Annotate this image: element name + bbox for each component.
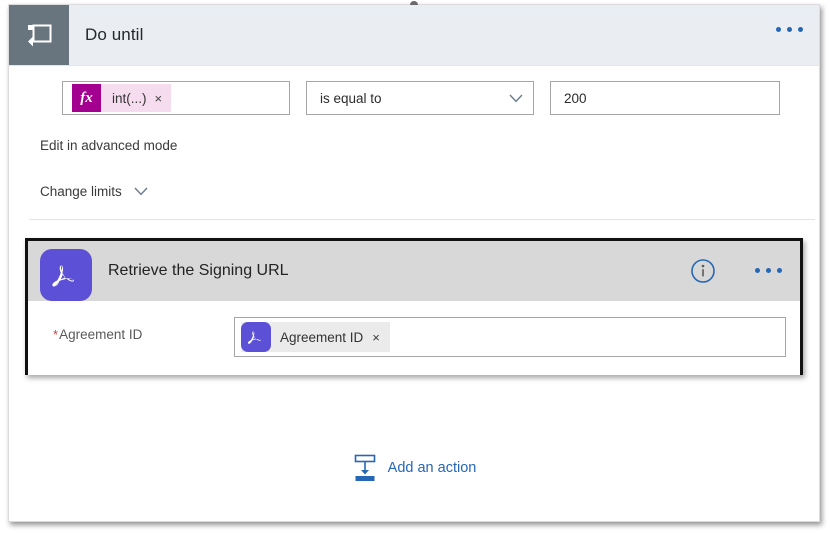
do-until-more-menu-icon[interactable]: [776, 27, 803, 32]
action-card-header[interactable]: Retrieve the Signing URL: [28, 241, 800, 301]
flow-designer-card: Do until fx int(...) × is equal to 200 E…: [8, 1, 820, 522]
expression-token-remove-icon[interactable]: ×: [155, 91, 163, 106]
change-limits-toggle[interactable]: Change limits: [40, 184, 148, 199]
agreement-id-input[interactable]: Agreement ID ×: [234, 317, 786, 357]
info-icon[interactable]: [690, 258, 716, 284]
fx-icon: fx: [72, 84, 101, 112]
edit-in-advanced-mode-link[interactable]: Edit in advanced mode: [40, 138, 177, 153]
adobe-acrobat-icon: [40, 249, 92, 301]
agreement-id-token-text: Agreement ID: [280, 329, 364, 345]
add-an-action-button[interactable]: Add an action: [9, 453, 819, 483]
action-card-more-menu-icon[interactable]: [755, 268, 782, 273]
agreement-id-token-remove-icon[interactable]: ×: [372, 330, 380, 345]
expression-token-body: int(...) ×: [101, 84, 172, 112]
condition-value-text: 200: [564, 90, 587, 106]
change-limits-label: Change limits: [40, 184, 122, 199]
section-divider: [29, 219, 815, 220]
chevron-down-icon: [509, 94, 523, 102]
do-until-title: Do until: [85, 25, 144, 44]
expression-token[interactable]: fx int(...) ×: [72, 82, 172, 114]
condition-operator-select[interactable]: is equal to: [306, 81, 534, 115]
chevron-down-icon: [134, 187, 148, 196]
action-card-body: *Agreement ID Agreement ID ×: [28, 301, 800, 375]
agreement-id-label-text: Agreement ID: [59, 327, 143, 342]
agreement-id-token[interactable]: Agreement ID ×: [241, 322, 390, 352]
expression-token-text: int(...): [112, 90, 147, 106]
retrieve-signing-url-action-card[interactable]: Retrieve the Signing URL *Agreement ID A…: [25, 238, 803, 375]
do-until-header[interactable]: Do until: [9, 5, 819, 66]
add-an-action-label: Add an action: [387, 460, 477, 476]
loop-repeat-icon: [9, 5, 69, 65]
condition-left-operand-input[interactable]: fx int(...) ×: [62, 81, 290, 115]
do-until-condition-row: fx int(...) × is equal to 200: [9, 65, 819, 125]
condition-value-input[interactable]: 200: [550, 81, 780, 115]
action-card-title: Retrieve the Signing URL: [108, 262, 289, 279]
insert-action-icon: [354, 454, 375, 481]
agreement-id-label: *Agreement ID: [53, 327, 142, 342]
condition-operator-value: is equal to: [320, 90, 382, 106]
required-marker: *: [53, 327, 59, 342]
adobe-acrobat-icon: [241, 322, 271, 352]
